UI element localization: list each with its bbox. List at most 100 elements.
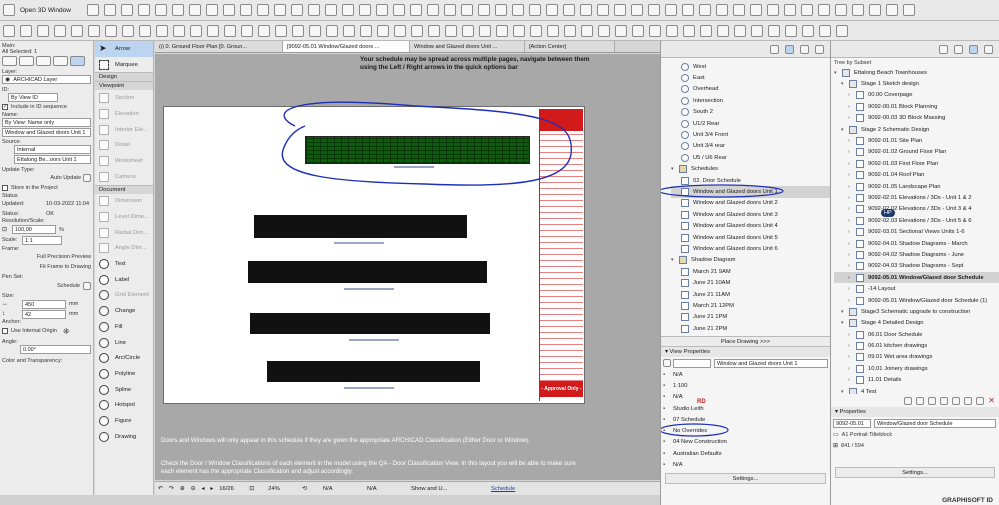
- toolbar-icon[interactable]: [71, 24, 83, 37]
- toolbar-icon[interactable]: [902, 4, 915, 16]
- open-3d-window-button[interactable]: Open 3D Window: [20, 7, 71, 14]
- resolution-field[interactable]: 100,00: [12, 225, 56, 234]
- properties-header[interactable]: ▾ Properties: [831, 407, 999, 417]
- pen-set-icon[interactable]: [83, 281, 91, 290]
- toolbar-icon[interactable]: [173, 24, 185, 37]
- tab-schedule-layout[interactable]: [9092-05.01 Window/Glazed doors ...: [283, 41, 410, 52]
- document-tool[interactable]: Level Dime...: [95, 209, 153, 225]
- toolbar-icon[interactable]: [103, 4, 116, 16]
- tab-window-schedule[interactable]: Window and Glazed doors Unit ...: [410, 41, 525, 52]
- expand-toggle-icon[interactable]: ›: [848, 275, 854, 281]
- toolbar-icon[interactable]: [343, 24, 355, 37]
- toolbar-icon[interactable]: [139, 24, 151, 37]
- expand-toggle-icon[interactable]: ›: [848, 115, 854, 121]
- subset-item[interactable]: ▾ 4 Test: [834, 386, 999, 394]
- rotation-icon[interactable]: ⟲: [302, 486, 307, 492]
- expand-toggle-icon[interactable]: ›: [848, 354, 854, 360]
- layout-item[interactable]: › 9092-01.03 First Floor Plan: [834, 158, 999, 169]
- toolbar-icon[interactable]: [562, 4, 575, 16]
- settings-icon[interactable]: [36, 56, 51, 66]
- expand-toggle-icon[interactable]: ▾: [834, 70, 840, 76]
- toolbar-icon[interactable]: [819, 24, 831, 37]
- spline-tool[interactable]: Spline: [95, 382, 153, 398]
- by-view-id-select[interactable]: By View ID: [8, 93, 58, 102]
- zoom-in-icon[interactable]: ⊕: [180, 486, 185, 492]
- refresh-icon[interactable]: [83, 174, 91, 182]
- toolbar-icon[interactable]: [615, 24, 627, 37]
- toolbar-icon[interactable]: [54, 24, 66, 37]
- layout-settings-button[interactable]: Settings...: [835, 467, 995, 478]
- new-master-icon[interactable]: [928, 396, 937, 405]
- toolbar-icon[interactable]: [377, 24, 389, 37]
- expand-toggle-icon[interactable]: ›: [848, 138, 854, 144]
- source-type-select[interactable]: Internal: [14, 145, 91, 154]
- toolbar-icon[interactable]: [309, 24, 321, 37]
- fill-tool[interactable]: Fill: [95, 319, 153, 335]
- toolbar-icon[interactable]: [375, 4, 388, 16]
- expand-toggle-icon[interactable]: ›: [848, 332, 854, 338]
- toolbar-icon[interactable]: [239, 4, 252, 16]
- viewpoint-section-header[interactable]: Viewpoint: [95, 81, 153, 91]
- tab-action-center[interactable]: [Action Center]: [525, 41, 615, 52]
- viewpoint-tool[interactable]: Interior Ele...: [95, 122, 153, 138]
- toolbar-icon[interactable]: [717, 24, 729, 37]
- toolbar-icon[interactable]: [494, 4, 507, 16]
- zoom-level[interactable]: 24%: [268, 486, 296, 492]
- layout-book-icon[interactable]: [969, 44, 978, 54]
- toolbar-icon[interactable]: [411, 24, 423, 37]
- toolbar-icon[interactable]: [547, 24, 559, 37]
- toolbar-icon[interactable]: [394, 24, 406, 37]
- expand-toggle-icon[interactable]: ›: [848, 161, 854, 167]
- toolbar-icon[interactable]: [156, 24, 168, 37]
- anchor-point-icon[interactable]: ⁜: [63, 327, 70, 336]
- expand-toggle-icon[interactable]: ›: [848, 172, 854, 178]
- toolbar-icon[interactable]: [290, 4, 303, 16]
- toolbar-icon[interactable]: [649, 24, 661, 37]
- toolbar-icon[interactable]: [479, 24, 491, 37]
- toolbar-icon[interactable]: [868, 4, 881, 16]
- toolbar-icon[interactable]: [802, 24, 814, 37]
- update-icon[interactable]: [976, 396, 985, 405]
- layout-item[interactable]: › 9092-00.01 Block Planning: [834, 101, 999, 112]
- lock-icon[interactable]: [70, 56, 85, 66]
- subset-item[interactable]: ▾ Ettalong Beach Townhouses: [834, 67, 999, 78]
- polyline-tool[interactable]: Polyline: [95, 366, 153, 382]
- layout-item[interactable]: › 9092-04.02 Shadow Diagrams - June: [834, 249, 999, 260]
- arrow-select-icon[interactable]: [2, 56, 17, 66]
- toolbar-icon[interactable]: [462, 24, 474, 37]
- name-field[interactable]: Window and Glazed doors Unit 1: [2, 128, 91, 137]
- layout-item[interactable]: › 9092-04.03 Shadow Diagrams - Sept: [834, 261, 999, 272]
- toolbar-icon[interactable]: [768, 24, 780, 37]
- expand-toggle-icon[interactable]: ›: [848, 92, 854, 98]
- toolbar-icon[interactable]: [37, 24, 49, 37]
- toolbar-icon[interactable]: [885, 4, 898, 16]
- toolbar-icon[interactable]: [834, 4, 847, 16]
- layout-item[interactable]: › 9092-05.01 Window/Glazed door Schedule …: [834, 295, 999, 306]
- project-map-icon[interactable]: [939, 44, 948, 54]
- viewpoint-tool[interactable]: Detail: [95, 137, 153, 153]
- tab-ground-floor-plan[interactable]: (i) 0. Ground Floor Plan [0. Groun...: [155, 41, 283, 52]
- toolbar-icon[interactable]: [528, 4, 541, 16]
- toolbar-icon[interactable]: [426, 4, 439, 16]
- toolbar-icon[interactable]: [20, 24, 32, 37]
- settings-icon[interactable]: [964, 396, 973, 405]
- na-value-1[interactable]: N/A: [323, 486, 351, 492]
- toolbar-icon[interactable]: [105, 24, 117, 37]
- angle-field[interactable]: 0.00°: [20, 345, 91, 354]
- document-tool[interactable]: Radial Dim...: [95, 225, 153, 241]
- layout-item[interactable]: › 9092-01.01 Site Plan: [834, 135, 999, 146]
- document-tool[interactable]: Angle Dim...: [95, 241, 153, 257]
- drawing-tool[interactable]: Drawing: [95, 429, 153, 445]
- toolbar-icon[interactable]: [734, 24, 746, 37]
- publisher-icon[interactable]: [984, 44, 993, 54]
- toolbar-icon[interactable]: [392, 4, 405, 16]
- toolbar-icon[interactable]: [598, 24, 610, 37]
- hotspot-tool[interactable]: Hotspot: [95, 397, 153, 413]
- expand-toggle-icon[interactable]: ▾: [841, 389, 847, 394]
- toolbar-icon[interactable]: [596, 4, 609, 16]
- update-type-select[interactable]: Auto Update: [50, 175, 81, 181]
- expand-toggle-icon[interactable]: ›: [848, 263, 854, 269]
- text-tool[interactable]: Text: [95, 256, 153, 272]
- toolbar-icon[interactable]: [86, 4, 99, 16]
- label-tool[interactable]: Label: [95, 272, 153, 288]
